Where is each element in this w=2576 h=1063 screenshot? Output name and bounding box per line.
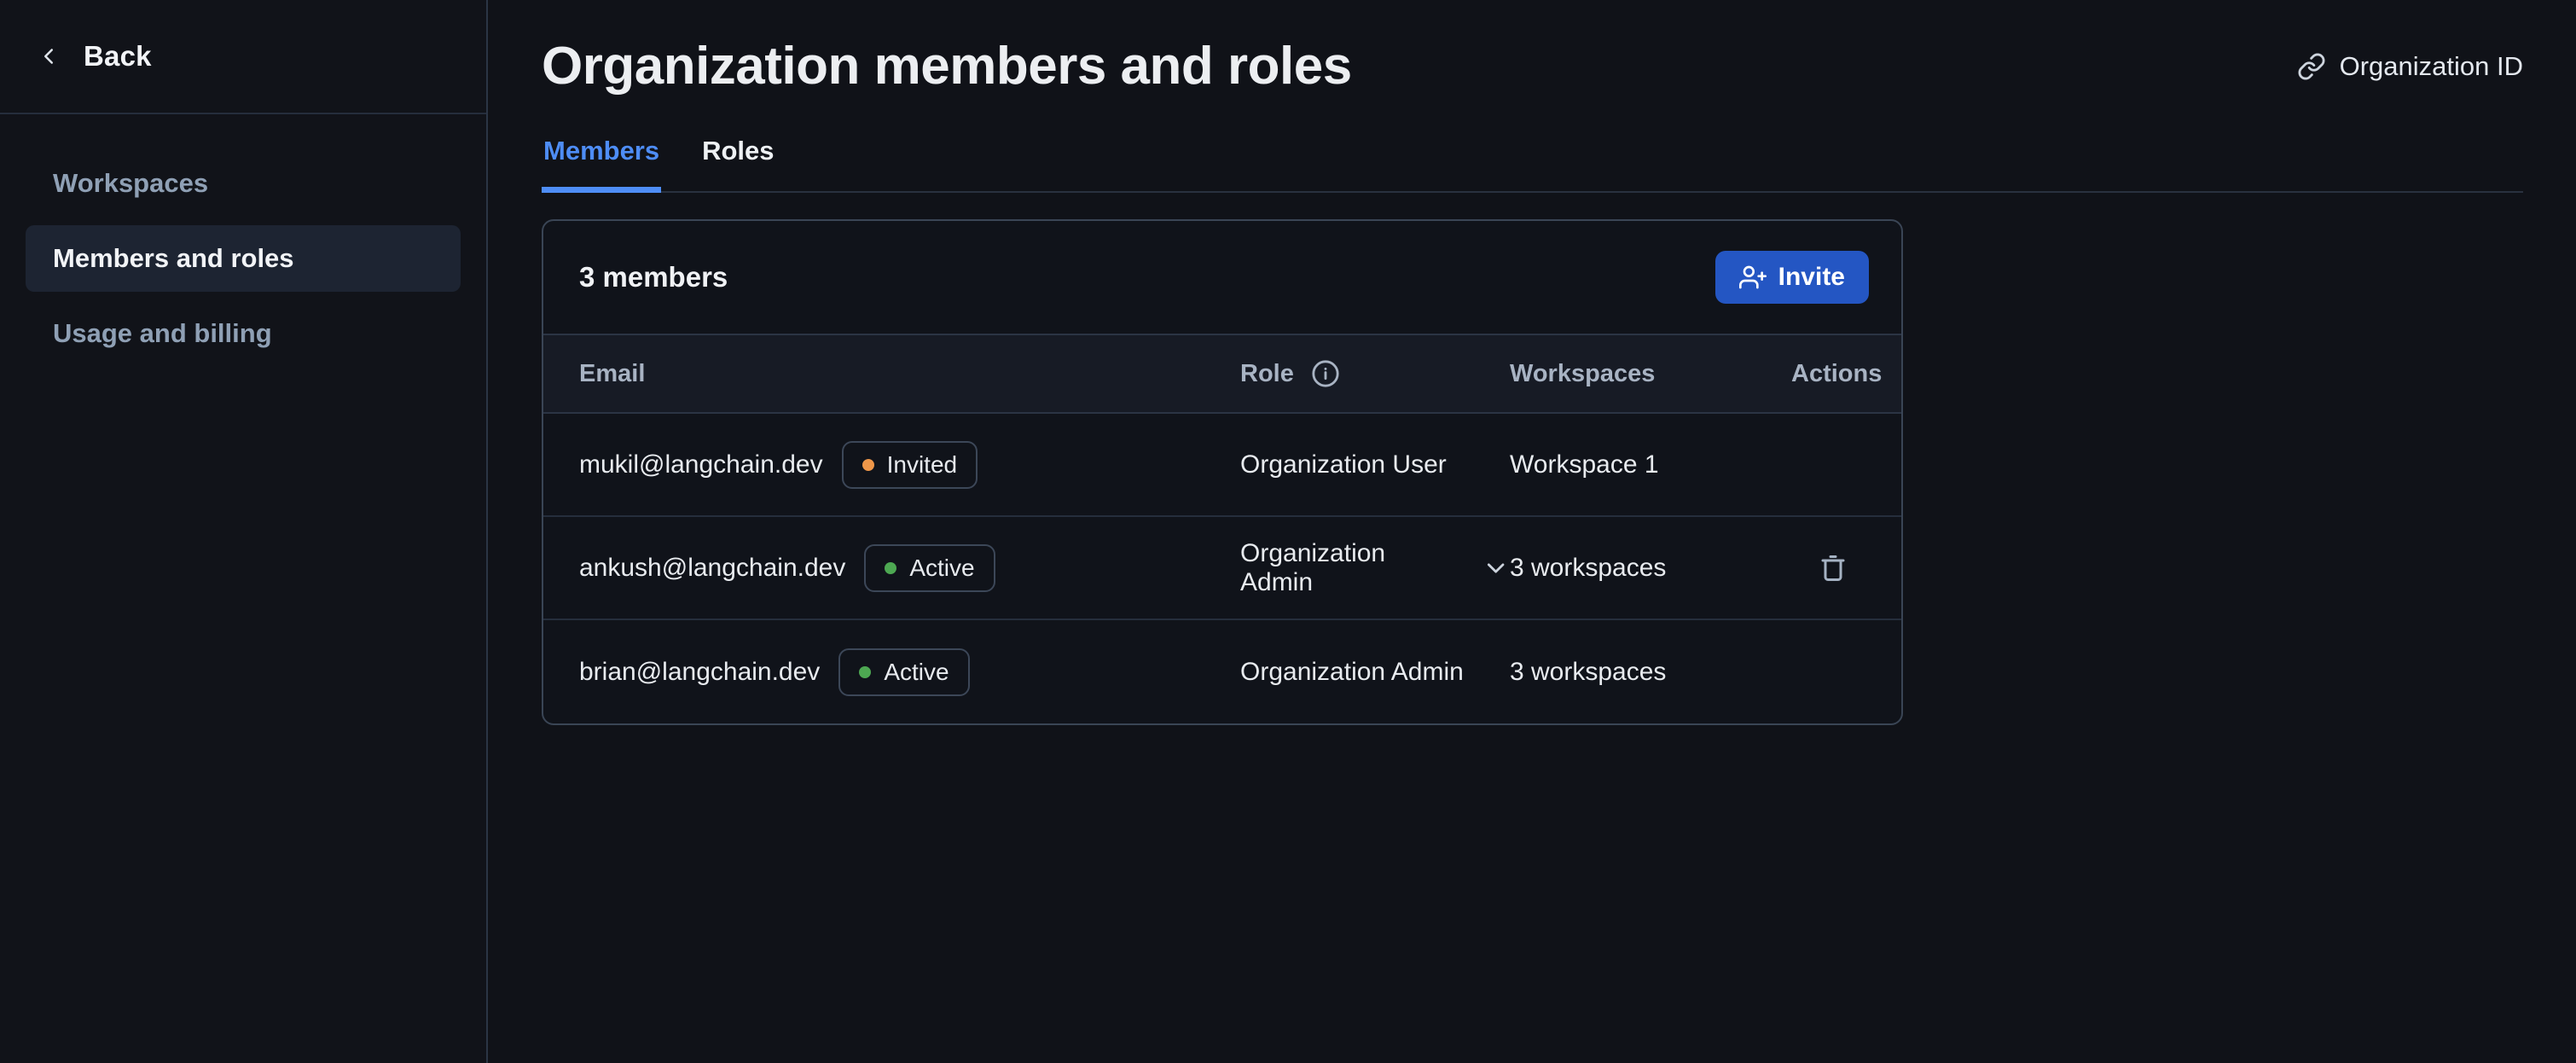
column-header-actions: Actions	[1791, 360, 1882, 388]
sidebar-item-label: Members and roles	[53, 243, 294, 274]
status-badge: Active	[864, 544, 995, 592]
tab-members[interactable]: Members	[542, 136, 661, 193]
sidebar-nav: Workspaces Members and roles Usage and b…	[0, 150, 486, 367]
status-label: Active	[884, 659, 949, 686]
role-cell: Organization Admin	[1240, 658, 1510, 687]
status-label: Invited	[887, 451, 958, 479]
settings-sidebar: Back Workspaces Members and roles Usage …	[0, 0, 488, 1063]
sidebar-item-label: Workspaces	[53, 168, 208, 199]
organization-id-label: Organization ID	[2340, 51, 2523, 82]
invite-button[interactable]: Invite	[1715, 251, 1869, 304]
back-button[interactable]: Back	[0, 0, 486, 114]
email-cell: mukil@langchain.dev Invited	[579, 441, 1240, 489]
member-workspaces: 3 workspaces	[1510, 554, 1791, 583]
sidebar-item-members-and-roles[interactable]: Members and roles	[26, 225, 461, 292]
user-plus-icon	[1739, 264, 1767, 291]
info-icon[interactable]	[1311, 359, 1340, 388]
member-row: brian@langchain.dev Active Organization …	[543, 620, 1901, 723]
invite-button-label: Invite	[1778, 263, 1845, 292]
status-dot	[859, 666, 871, 678]
page-title: Organization members and roles	[542, 36, 1352, 96]
email-cell: brian@langchain.dev Active	[579, 648, 1240, 696]
members-panel: 3 members Invite Email Role Workspaces A…	[542, 219, 1903, 725]
sidebar-item-label: Usage and billing	[53, 318, 272, 349]
main-content: Organization members and roles Organizat…	[488, 0, 2576, 1063]
sidebar-item-usage-and-billing[interactable]: Usage and billing	[26, 300, 461, 367]
member-email: brian@langchain.dev	[579, 658, 820, 687]
chevron-left-icon	[36, 44, 61, 69]
member-row: ankush@langchain.dev Active Organization…	[543, 517, 1901, 620]
sidebar-item-workspaces[interactable]: Workspaces	[26, 150, 461, 217]
back-label: Back	[84, 40, 152, 73]
tab-bar: Members Roles	[542, 136, 2523, 193]
member-count: 3 members	[579, 261, 728, 293]
members-panel-header: 3 members Invite	[543, 221, 1901, 334]
actions-cell	[1818, 552, 1848, 584]
member-role: Organization Admin	[1240, 539, 1459, 597]
member-role: Organization User	[1240, 450, 1447, 479]
column-header-role-label: Role	[1240, 360, 1294, 388]
member-email: ankush@langchain.dev	[579, 554, 845, 583]
status-label: Active	[909, 555, 974, 582]
trash-icon[interactable]	[1818, 552, 1848, 584]
member-email: mukil@langchain.dev	[579, 450, 823, 479]
column-header-workspaces: Workspaces	[1510, 360, 1791, 388]
chevron-down-icon[interactable]	[1482, 554, 1510, 583]
table-header-row: Email Role Workspaces Actions	[543, 334, 1901, 414]
page-header: Organization members and roles Organizat…	[542, 36, 2523, 96]
status-dot	[862, 459, 874, 471]
link-icon	[2297, 52, 2326, 81]
organization-id-button[interactable]: Organization ID	[2297, 51, 2523, 82]
member-role: Organization Admin	[1240, 658, 1464, 687]
tab-roles[interactable]: Roles	[700, 136, 775, 193]
role-select[interactable]: Organization Admin	[1240, 539, 1510, 597]
status-dot	[885, 562, 896, 574]
status-badge: Active	[838, 648, 969, 696]
member-workspaces: 3 workspaces	[1510, 658, 1791, 687]
column-header-email: Email	[579, 360, 1240, 388]
status-badge: Invited	[842, 441, 978, 489]
column-header-role: Role	[1240, 359, 1510, 388]
member-row: mukil@langchain.dev Invited Organization…	[543, 414, 1901, 517]
member-workspaces: Workspace 1	[1510, 450, 1791, 479]
role-cell: Organization User	[1240, 450, 1510, 479]
email-cell: ankush@langchain.dev Active	[579, 544, 1240, 592]
